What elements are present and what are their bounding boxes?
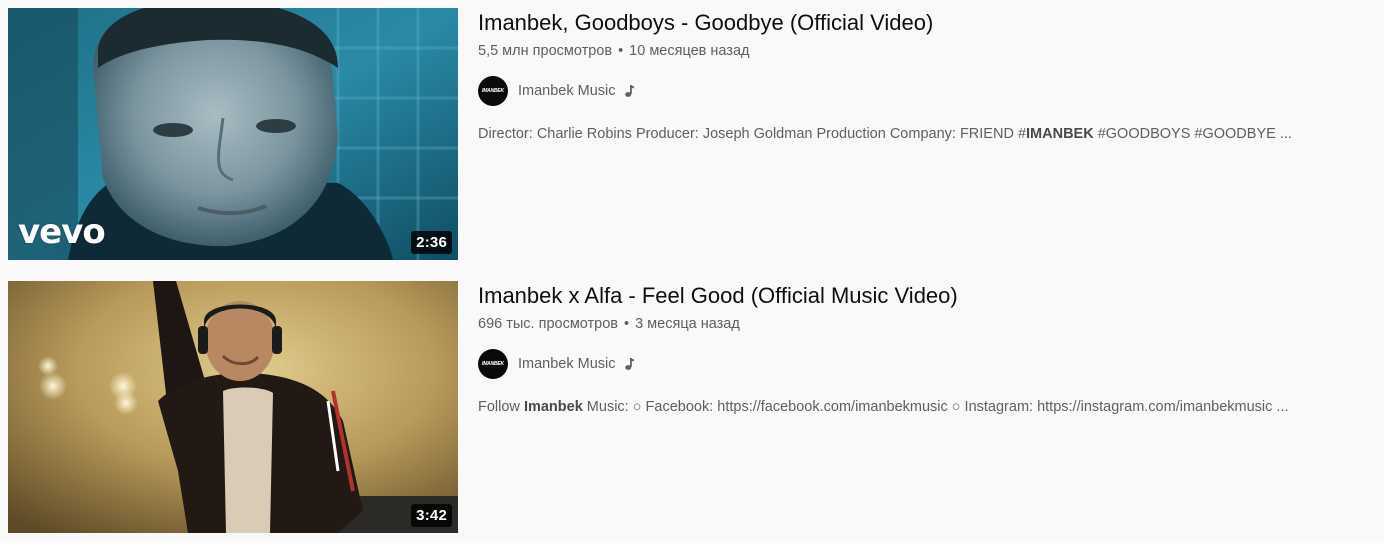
description-text: Follow xyxy=(478,399,524,415)
video-description: Director: Charlie Robins Producer: Josep… xyxy=(478,124,1378,144)
video-result: 3:42 Imanbek x Alfa - Feel Good (Officia… xyxy=(8,281,1378,533)
music-note-icon xyxy=(624,357,634,371)
channel-name[interactable]: Imanbek Music xyxy=(518,83,616,99)
music-note-icon xyxy=(624,84,634,98)
description-highlight: IMANBEK xyxy=(1026,126,1094,142)
video-meta: Imanbek, Goodboys - Goodbye (Official Vi… xyxy=(478,8,1378,260)
description-text: Director: Charlie Robins Producer: Josep… xyxy=(478,126,1027,142)
view-count: 696 тыс. просмотров xyxy=(478,316,619,332)
avatar-logo-text: IMANBEK xyxy=(482,361,504,367)
video-description: Follow Imanbek Music: ○ Facebook: https:… xyxy=(478,397,1378,417)
video-meta: Imanbek x Alfa - Feel Good (Official Mus… xyxy=(478,281,1378,533)
video-thumbnail[interactable]: vevo 2:36 xyxy=(8,8,458,260)
video-stats: 5,5 млн просмотров • 10 месяцев назад xyxy=(478,41,1378,61)
description-text: #GOODBOYS #GOODBYE ... xyxy=(1093,126,1292,142)
separator-dot: • xyxy=(624,316,630,332)
channel-avatar[interactable]: IMANBEK xyxy=(478,76,508,106)
video-title[interactable]: Imanbek, Goodboys - Goodbye (Official Vi… xyxy=(478,9,1378,37)
channel-name[interactable]: Imanbek Music xyxy=(518,356,616,372)
upload-age: 3 месяца назад xyxy=(635,316,740,332)
thumbnail-image xyxy=(8,281,458,533)
video-duration: 3:42 xyxy=(411,504,452,527)
avatar-logo-text: IMANBEK xyxy=(482,88,504,94)
view-count: 5,5 млн просмотров xyxy=(478,43,613,59)
video-title[interactable]: Imanbek x Alfa - Feel Good (Official Mus… xyxy=(478,282,1378,310)
video-stats: 696 тыс. просмотров • 3 месяца назад xyxy=(478,314,1378,334)
upload-age: 10 месяцев назад xyxy=(629,43,750,59)
channel-info[interactable]: IMANBEK Imanbek Music xyxy=(478,348,1378,380)
video-result: vevo 2:36 Imanbek, Goodboys - Goodbye (O… xyxy=(8,8,1378,260)
description-highlight: Imanbek xyxy=(523,399,583,415)
channel-avatar[interactable]: IMANBEK xyxy=(478,349,508,379)
video-thumbnail[interactable]: 3:42 xyxy=(8,281,458,533)
search-results: vevo 2:36 Imanbek, Goodboys - Goodbye (O… xyxy=(0,0,1384,543)
channel-info[interactable]: IMANBEK Imanbek Music xyxy=(478,75,1378,107)
description-text: Music: ○ Facebook: https://facebook.com/… xyxy=(582,399,1289,415)
video-duration: 2:36 xyxy=(411,231,452,254)
vevo-logo: vevo xyxy=(18,212,106,252)
separator-dot: • xyxy=(618,43,624,59)
